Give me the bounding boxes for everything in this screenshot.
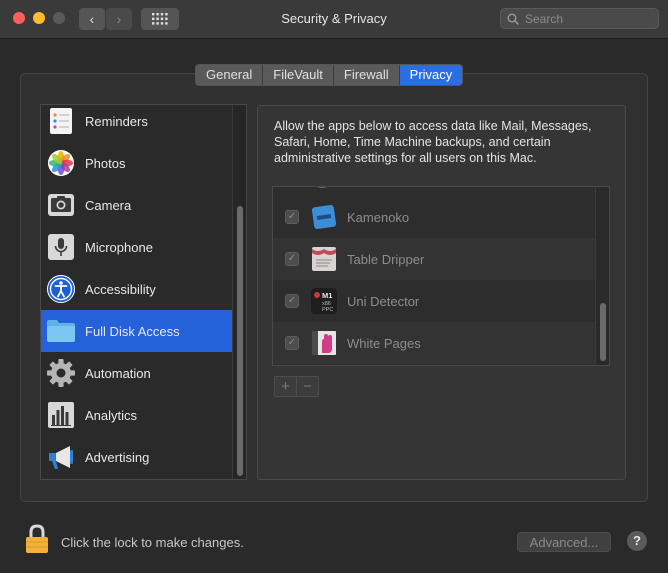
sidebar-item-label: Full Disk Access [85, 323, 180, 339]
show-all-button[interactable] [141, 8, 179, 30]
close-window-button[interactable] [13, 12, 25, 24]
sidebar-item-analytics[interactable]: Analytics [41, 394, 232, 436]
chevron-left-icon: ‹ [89, 11, 95, 27]
help-button[interactable]: ? [627, 531, 647, 551]
sidebar-item-microphone[interactable]: Microphone [41, 226, 232, 268]
lock-icon[interactable] [24, 523, 50, 555]
sidebar-item-accessibility[interactable]: Accessibility [41, 268, 232, 310]
folder-icon [46, 316, 76, 346]
uni-detector-icon-text-3: PPC [322, 307, 333, 313]
forward-button[interactable]: › [106, 8, 132, 30]
sidebar-item-advertising[interactable]: Advertising [41, 436, 232, 478]
sidebar-item-automation[interactable]: Automation [41, 352, 232, 394]
sidebar-item-label: Camera [85, 197, 132, 213]
table-row[interactable]: ✓ Kamenoko [273, 196, 595, 238]
table-row[interactable]: ✓ Table Dripper [273, 238, 595, 280]
tab-filevault[interactable]: FileVault [263, 65, 334, 85]
sidebar-item-label: Photos [85, 155, 126, 171]
sidebar-item-label: Analytics [85, 407, 138, 423]
accessibility-icon [46, 274, 76, 304]
app-list-scroll-thumb[interactable] [600, 303, 606, 361]
app-list[interactable]: ✓ Kamenoko ✓ Table Dripper ✓ M1 x86 PPC … [272, 186, 610, 366]
photos-icon [46, 148, 76, 178]
analytics-icon [46, 400, 76, 430]
sidebar-item-reminders[interactable]: Reminders [41, 105, 232, 142]
sidebar-item-label: Microphone [85, 239, 153, 255]
search-input[interactable] [523, 10, 647, 27]
sidebar-scroll-thumb[interactable] [237, 206, 243, 476]
app-enabled-checkbox[interactable]: ✓ [285, 210, 299, 224]
chevron-right-icon: › [116, 11, 122, 27]
sidebar-scrollbar[interactable] [232, 105, 246, 479]
table-dripper-app-icon [309, 244, 339, 274]
app-name: Uni Detector [347, 293, 420, 309]
sidebar-item-camera[interactable]: Camera [41, 184, 232, 226]
table-row[interactable]: ✓ M1 x86 PPC Uni Detector [273, 280, 595, 322]
sidebar-item-label: Accessibility [85, 281, 156, 297]
sidebar-item-label: Automation [85, 365, 151, 381]
app-enabled-checkbox[interactable]: ✓ [285, 336, 299, 350]
add-remove-control: + − [274, 376, 319, 397]
privacy-category-list[interactable]: Reminders Photos Camera Microphone Acces… [40, 104, 247, 480]
title-bar: ‹ › Security & Privacy [0, 0, 668, 39]
gear-icon [46, 358, 76, 388]
minimize-window-button[interactable] [33, 12, 45, 24]
app-list-scrollbar[interactable] [595, 187, 609, 365]
megaphone-icon [46, 442, 76, 472]
search-field[interactable] [500, 8, 659, 29]
kamenoko-app-icon [309, 202, 339, 232]
uni-detector-icon-text-1: M1 [322, 291, 332, 300]
table-row[interactable]: ✓ White Pages [273, 322, 595, 364]
tab-privacy[interactable]: Privacy [399, 65, 463, 85]
access-description: Allow the apps below to access data like… [274, 119, 592, 165]
grid-icon [152, 13, 168, 25]
partial-app-icon [307, 187, 337, 191]
remove-app-button[interactable]: − [297, 377, 318, 396]
sidebar-item-label: Reminders [85, 113, 148, 129]
zoom-window-button[interactable] [53, 12, 65, 24]
search-icon [507, 13, 519, 25]
tab-general[interactable]: General [196, 65, 264, 85]
sidebar-item-label: Advertising [85, 449, 150, 465]
sidebar-item-photos[interactable]: Photos [41, 142, 232, 184]
add-app-button[interactable]: + [275, 377, 297, 396]
app-name: White Pages [347, 335, 421, 351]
reminders-icon [46, 106, 76, 136]
advanced-button[interactable]: Advanced... [517, 532, 611, 552]
app-enabled-checkbox[interactable]: ✓ [285, 252, 299, 266]
tab-bar: General FileVault Firewall Privacy [195, 64, 464, 86]
lock-hint-text: Click the lock to make changes. [61, 535, 244, 550]
app-name: Kamenoko [347, 209, 410, 225]
back-button[interactable]: ‹ [79, 8, 105, 30]
camera-icon [46, 190, 76, 220]
sidebar-item-full-disk-access[interactable]: Full Disk Access [41, 310, 232, 352]
app-enabled-checkbox[interactable]: ✓ [285, 294, 299, 308]
microphone-icon [46, 232, 76, 262]
uni-detector-app-icon: M1 x86 PPC [309, 286, 339, 316]
tab-firewall[interactable]: Firewall [333, 65, 400, 85]
app-name: Table Dripper [347, 251, 425, 267]
white-pages-app-icon [309, 328, 339, 358]
